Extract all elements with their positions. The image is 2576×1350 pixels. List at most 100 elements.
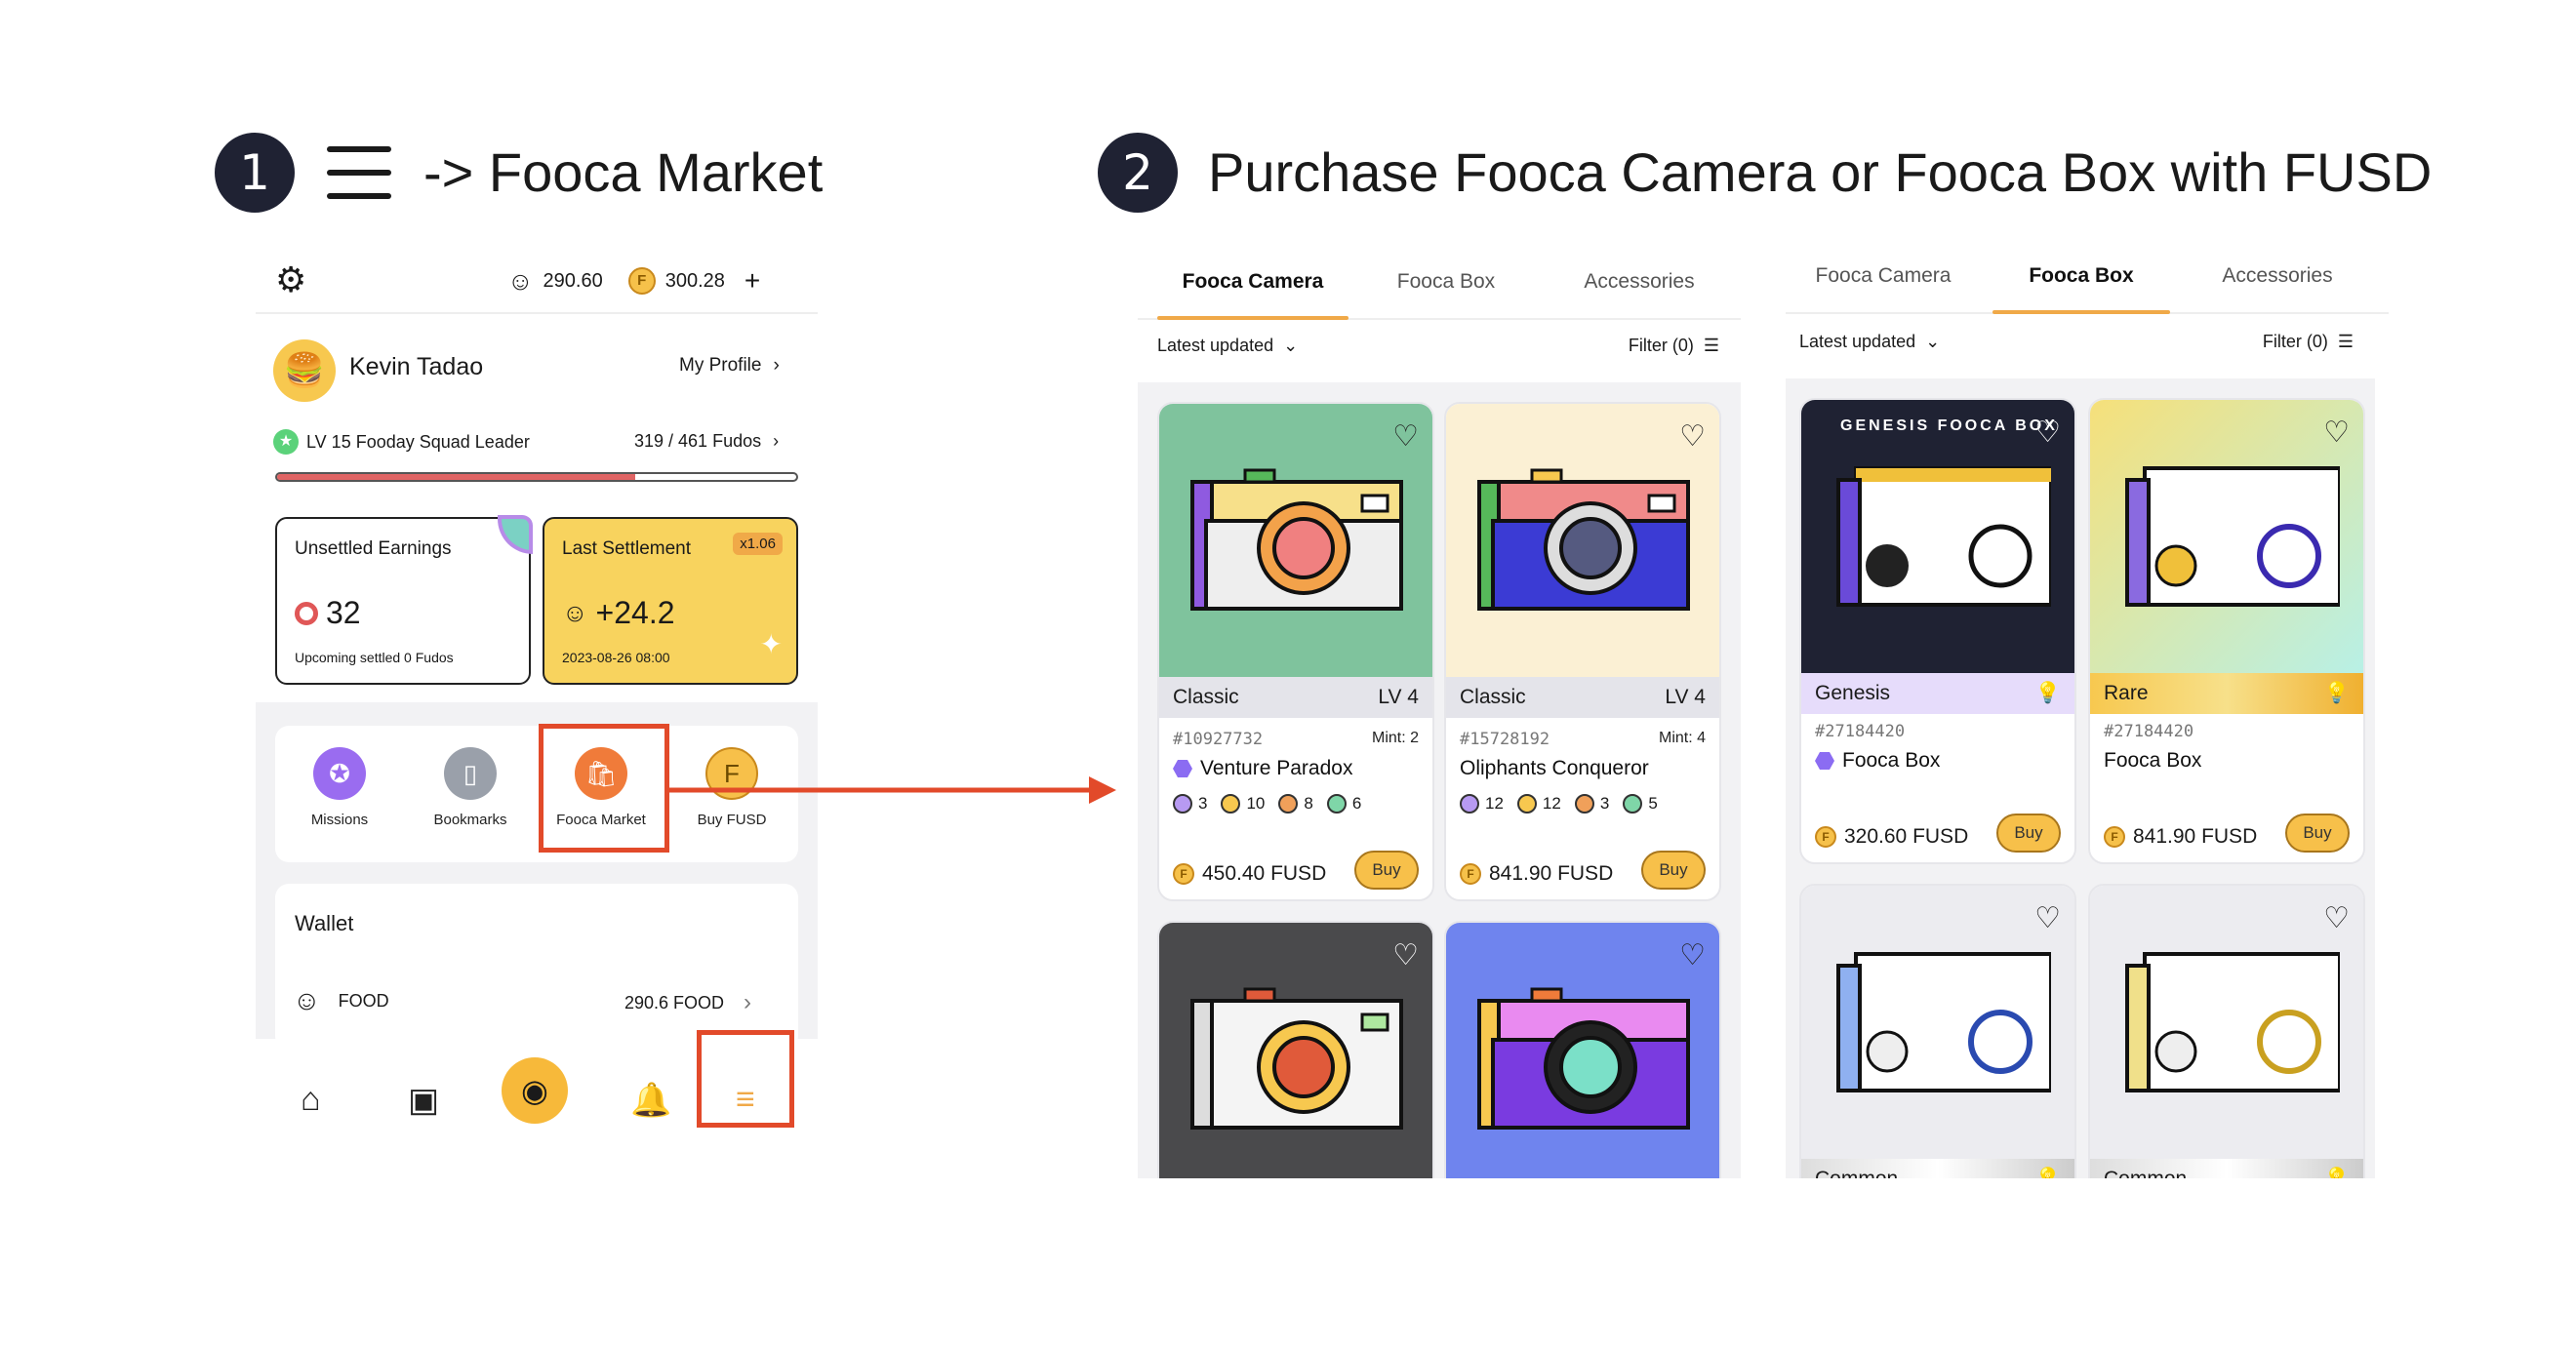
product-card[interactable]: ♡ Rare 💡 #27184420 Fooca Box F 841.90 FUS… <box>2088 398 2365 864</box>
fusd-coin-icon: F <box>1173 863 1194 885</box>
attr-value: 3 <box>1599 794 1610 813</box>
buy-button[interactable]: Buy <box>1996 814 2061 853</box>
step-2-number: 2 <box>1122 144 1153 201</box>
attr-value: 12 <box>1485 794 1504 813</box>
bookmark-icon: ▯ <box>444 747 497 800</box>
step-2-badge: 2 <box>1098 133 1178 213</box>
rarity-label: Classic <box>1173 686 1239 708</box>
food-token-icon: ☺ <box>562 598 588 627</box>
bell-icon[interactable]: 🔔 <box>630 1081 671 1120</box>
heart-icon[interactable]: ♡ <box>1392 938 1419 973</box>
buy-fusd-label: Buy FUSD <box>697 812 767 828</box>
filter-button[interactable]: Filter (0) ☰ <box>1629 336 1719 356</box>
camera-illustration <box>1477 987 1690 1130</box>
card-image: ♡ <box>1446 923 1719 1178</box>
chevron-right-icon: › <box>773 431 780 451</box>
product-card[interactable]: ♡ <box>1157 921 1434 1178</box>
product-card[interactable]: ♡ Classic LV 4 #10927732 Mint: 2 Venture … <box>1157 402 1434 901</box>
attr-value: 3 <box>1198 794 1208 813</box>
price: 450.40 FUSD <box>1202 862 1327 885</box>
my-profile-link[interactable]: My Profile › <box>679 355 780 377</box>
attr-value: 10 <box>1246 794 1266 813</box>
settings-gear-icon[interactable]: ⚙ <box>275 259 306 300</box>
camera-button[interactable]: ◉ <box>502 1057 568 1124</box>
heart-icon[interactable]: ♡ <box>2034 901 2061 935</box>
product-card[interactable]: ♡ Classic LV 4 #15728192 Mint: 4 Oliphant… <box>1444 402 1721 901</box>
food-token-icon: ☺ <box>507 265 534 296</box>
multiplier-text: x1.06 <box>740 536 776 552</box>
buy-button[interactable]: Buy <box>2285 814 2350 853</box>
food-balance: 290.60 <box>543 269 603 292</box>
rarity-bar: Rare 💡 <box>2090 673 2363 714</box>
wallet-amount-row: 290.6 FOOD › <box>624 989 751 1016</box>
product-card[interactable]: ♡ <box>1444 921 1721 1178</box>
settlement-value: +24.2 <box>595 595 675 630</box>
step-1-badge: 1 <box>215 133 295 213</box>
rarity-label: Genesis <box>1815 682 1891 704</box>
token-id: #27184420 <box>2104 722 2194 741</box>
box-market-screen: Fooca Camera Fooca Box Accessories Lates… <box>1786 252 2389 1178</box>
step-2-title: Purchase Fooca Camera or Fooca Box with … <box>1208 141 2433 203</box>
missions-action[interactable]: ✪ Missions <box>281 747 398 854</box>
tab-fooca-camera[interactable]: Fooca Camera <box>1786 252 1981 314</box>
box-illustration <box>2125 466 2340 607</box>
price: 320.60 FUSD <box>1844 825 1969 848</box>
tab-accessories[interactable]: Accessories <box>2180 252 2375 314</box>
heart-icon[interactable]: ♡ <box>2323 901 2350 935</box>
tab-accessories[interactable]: Accessories <box>1542 258 1737 320</box>
card-image: GENESIS FOOCA BOX ♡ <box>1801 400 2074 673</box>
fudos-progress-text: 319 / 461 Fudos <box>634 431 762 451</box>
rarity-label: Rare <box>2104 682 2149 704</box>
last-settlement-card[interactable]: Last Settlement x1.06 ☺ +24.2 2023-08-26… <box>543 517 798 685</box>
unsettled-sub: Upcoming settled 0 Fudos <box>295 650 454 665</box>
heart-icon[interactable]: ♡ <box>1679 938 1706 973</box>
fudos-progress-link[interactable]: 319 / 461 Fudos › <box>634 431 779 452</box>
product-card[interactable]: GENESIS FOOCA BOX ♡ Genesis 💡 #27184420 … <box>1799 398 2076 864</box>
fusd-coin-icon: F <box>1815 826 1836 848</box>
wallet-food-row[interactable]: ☺ FOOD <box>293 985 389 1016</box>
unsettled-earnings-card[interactable]: Unsettled Earnings 32 Upcoming settled 0… <box>275 515 533 685</box>
avatar[interactable]: 🍔 <box>273 339 336 402</box>
product-card[interactable]: ♡ Common 💡 <box>1799 884 2076 1178</box>
heart-icon[interactable]: ♡ <box>2323 416 2350 450</box>
level-row[interactable]: ★ LV 15 Fooday Squad Leader <box>273 429 530 455</box>
buy-button[interactable]: Buy <box>1641 851 1706 890</box>
heart-icon[interactable]: ♡ <box>1392 419 1419 454</box>
sort-dropdown[interactable]: Latest updated ⌄ <box>1799 332 1940 352</box>
heart-icon[interactable]: ♡ <box>1679 419 1706 454</box>
attr-value: 6 <box>1351 794 1362 813</box>
card-image: ♡ <box>1801 886 2074 1159</box>
wallet-card <box>275 884 798 1050</box>
product-name: Oliphants Conqueror <box>1460 757 1649 779</box>
add-balance-button[interactable]: + <box>745 265 760 297</box>
fusd-coin-icon: F <box>627 267 656 295</box>
filter-button[interactable]: Filter (0) ☰ <box>2263 332 2354 352</box>
sort-dropdown[interactable]: Latest updated ⌄ <box>1157 336 1298 356</box>
tab-fooca-box[interactable]: Fooca Box <box>1348 258 1544 320</box>
token-id: #27184420 <box>1815 722 1906 741</box>
heart-icon[interactable]: ♡ <box>2034 416 2061 450</box>
highlight-menu <box>697 1030 794 1128</box>
buy-button[interactable]: Buy <box>1354 851 1419 890</box>
mint-count: Mint: 2 <box>1371 730 1419 746</box>
level-text: LV 15 Fooday Squad Leader <box>306 431 530 452</box>
home-icon[interactable]: ⌂ <box>301 1081 321 1119</box>
card-image: ♡ <box>2090 886 2363 1159</box>
attribute-row: 12 12 3 5 <box>1460 794 1658 814</box>
filter-label: Filter (0) <box>2262 332 2328 351</box>
attr-orange-icon <box>1574 794 1594 814</box>
step-1-title: -> Fooca Market <box>423 141 824 203</box>
product-name: Fooca Box <box>2104 749 2202 772</box>
rarity-label: Common <box>2104 1168 2187 1178</box>
tab-fooca-box[interactable]: Fooca Box <box>1992 252 2170 314</box>
wallet-title: Wallet <box>295 911 354 935</box>
missions-label: Missions <box>310 812 369 828</box>
chevron-right-icon: › <box>773 355 780 376</box>
card-image: ♡ <box>1446 404 1719 677</box>
gallery-icon[interactable]: ▣ <box>408 1081 439 1120</box>
product-grid: ♡ Classic LV 4 #10927732 Mint: 2 Venture … <box>1138 382 1741 1178</box>
tab-fooca-camera[interactable]: Fooca Camera <box>1155 258 1350 320</box>
rarity-label: Common <box>1815 1168 1898 1178</box>
product-card[interactable]: ♡ Common 💡 <box>2088 884 2365 1178</box>
bookmarks-action[interactable]: ▯ Bookmarks <box>412 747 529 854</box>
